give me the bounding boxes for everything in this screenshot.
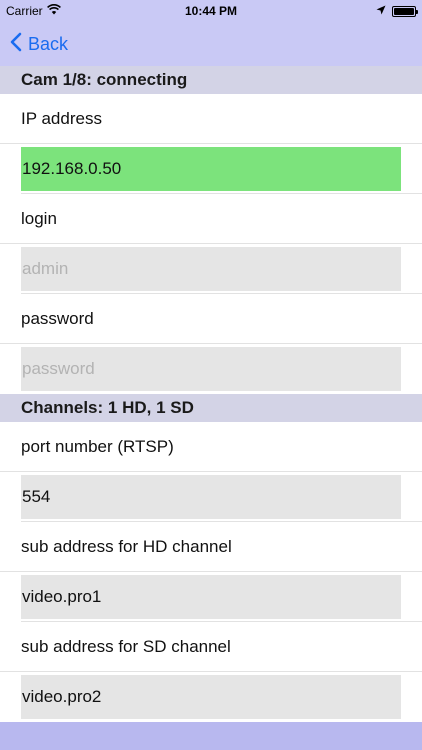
status-right-group: [376, 4, 418, 18]
port-number-field[interactable]: [21, 475, 401, 519]
hd-sub-address-field[interactable]: [21, 575, 401, 619]
password-label: password: [0, 294, 422, 344]
location-arrow-icon: [376, 4, 386, 18]
bottom-bar: [0, 722, 422, 750]
hd-sub-address-label: sub address for HD channel: [0, 522, 422, 572]
port-number-label: port number (RTSP): [0, 422, 422, 472]
battery-icon: [392, 5, 418, 17]
back-button[interactable]: Back: [10, 32, 68, 56]
password-field[interactable]: [21, 347, 401, 391]
back-label: Back: [28, 33, 69, 54]
status-bar: Carrier 10:44 PM: [0, 0, 422, 22]
login-label: login: [0, 194, 422, 244]
ip-address-label: IP address: [0, 94, 422, 144]
login-field[interactable]: [21, 247, 401, 291]
section-header-cam: Cam 1/8: connecting: [0, 66, 422, 94]
section-header-channels: Channels: 1 HD, 1 SD: [0, 394, 422, 422]
ip-address-field[interactable]: [21, 147, 401, 191]
navigation-bar: Back: [0, 22, 422, 66]
clock-time: 10:44 PM: [184, 4, 238, 18]
sd-sub-address-label: sub address for SD channel: [0, 622, 422, 672]
sd-sub-address-field[interactable]: [21, 675, 401, 719]
chevron-left-icon: [10, 32, 22, 57]
